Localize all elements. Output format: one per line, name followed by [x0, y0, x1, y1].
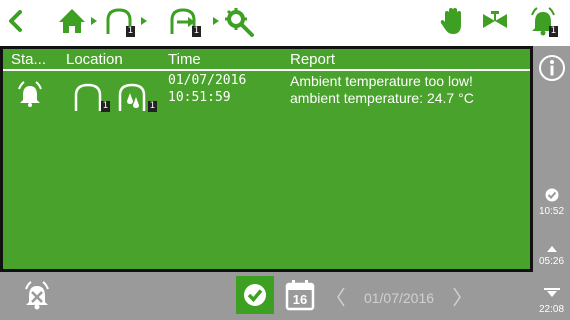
table-row[interactable]: 1 1 01/07/2016 10:51:59 Ambient temperat… [3, 73, 530, 143]
greenhouse-transfer-icon[interactable]: 1 [168, 4, 202, 38]
badge-alarm: 1 [549, 26, 558, 37]
acknowledge-button[interactable] [236, 276, 274, 314]
up-triangle-icon[interactable] [546, 240, 558, 252]
back-chevron-icon[interactable] [4, 4, 26, 38]
info-icon[interactable] [538, 54, 566, 82]
home-icon[interactable] [56, 4, 88, 38]
alarm-bell-muted-icon[interactable] [20, 278, 54, 312]
check-circle-icon [244, 284, 266, 306]
report-detail: ambient temperature: 24.7 °C [290, 90, 474, 106]
table-header: Sta... Location Time Report [3, 49, 530, 69]
sidebar-time-2: 05:26 [538, 256, 565, 267]
alarm-bell-icon[interactable]: 1 [526, 4, 560, 38]
badge-house: 1 [126, 26, 135, 37]
alarm-date: 01/07/2016 [168, 73, 247, 88]
right-sidebar: 10:52 05:26 22:08 [533, 46, 570, 320]
breadcrumb-arrow-icon [212, 4, 220, 38]
breadcrumb-arrow-icon [90, 4, 98, 38]
column-status[interactable]: Sta... [11, 51, 46, 68]
down-arrow-bar-icon[interactable] [543, 286, 561, 298]
calendar-day: 16 [292, 292, 308, 307]
valve-icon[interactable] [480, 4, 510, 38]
column-location[interactable]: Location [66, 51, 123, 68]
alarm-bell-icon [15, 79, 45, 109]
bottom-bar: 16 01/07/2016 [0, 272, 533, 320]
header-divider [3, 69, 530, 71]
hand-stop-icon[interactable] [438, 4, 468, 38]
breadcrumb-arrow-icon [140, 4, 148, 38]
sidebar-time-3: 22:08 [538, 304, 565, 315]
date-field[interactable]: 01/07/2016 [343, 288, 455, 308]
top-toolbar: 1 1 1 [0, 0, 570, 46]
greenhouse-icon[interactable]: 1 [104, 4, 136, 38]
location-badge: 1 [101, 101, 110, 112]
alarm-list-panel: Sta... Location Time Report 1 1 01/07/20… [0, 46, 533, 272]
location-badge: 1 [148, 101, 157, 112]
report-title: Ambient temperature too low! [290, 73, 473, 89]
badge-transfer: 1 [192, 26, 201, 37]
next-date-chevron-icon[interactable] [452, 286, 462, 308]
column-report[interactable]: Report [290, 51, 335, 68]
settings-tools-icon[interactable] [222, 4, 256, 38]
greenhouse-icon: 1 [73, 81, 110, 115]
check-circle-icon[interactable] [545, 188, 559, 202]
calendar-icon[interactable]: 16 [284, 278, 316, 312]
column-time[interactable]: Time [168, 51, 201, 68]
alarm-time: 10:51:59 [168, 90, 231, 105]
greenhouse-humidity-icon: 1 [117, 81, 157, 115]
sidebar-time-1: 10:52 [538, 206, 565, 217]
